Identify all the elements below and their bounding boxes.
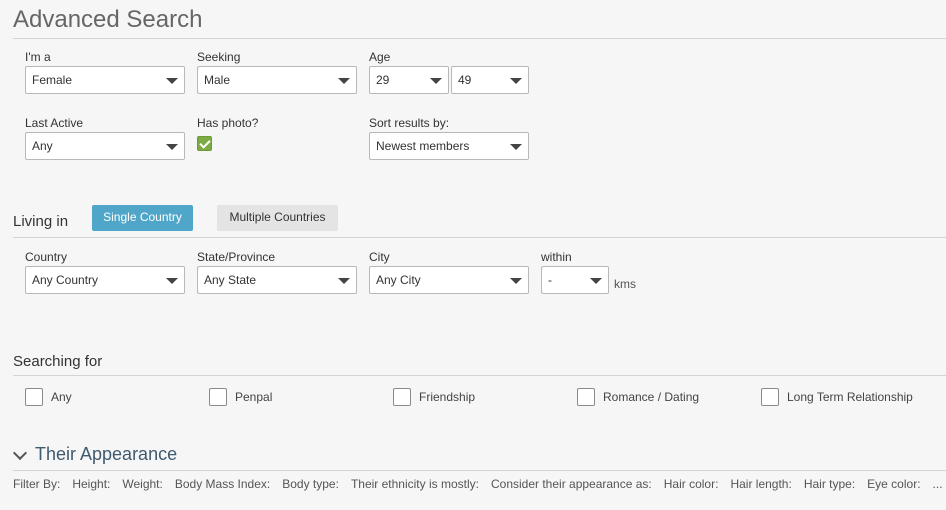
filter-body-type[interactable]: Body type:: [282, 477, 339, 491]
has-photo-checkbox[interactable]: [197, 136, 212, 151]
chevron-down-icon: [166, 78, 178, 84]
chevron-down-icon: [510, 78, 522, 84]
filter-weight[interactable]: Weight:: [122, 477, 162, 491]
chevron-down-icon: [166, 278, 178, 284]
chevron-down-icon: [12, 445, 28, 460]
filter-more[interactable]: ...: [933, 477, 943, 491]
state-field: State/Province Any State: [197, 250, 357, 294]
sort-label: Sort results by:: [369, 116, 450, 130]
im-a-field: I'm a Female: [25, 50, 185, 94]
living-in-title: Living in: [13, 213, 69, 230]
country-label: Country: [25, 250, 68, 264]
chevron-down-icon: [338, 78, 350, 84]
state-select[interactable]: Any State: [197, 266, 357, 294]
city-select[interactable]: Any City: [369, 266, 529, 294]
distance-unit: kms: [614, 277, 636, 291]
country-select[interactable]: Any Country: [25, 266, 185, 294]
age-label: Age: [369, 50, 391, 64]
option-label: Any: [51, 390, 72, 404]
state-label: State/Province: [197, 250, 276, 264]
appearance-toggle[interactable]: Their Appearance: [12, 444, 178, 465]
divider: [13, 38, 946, 39]
checkbox[interactable]: [393, 388, 411, 406]
seeking-label: Seeking: [197, 50, 241, 64]
chevron-down-icon: [590, 278, 602, 284]
option-label: Penpal: [235, 390, 273, 404]
filter-hair-length[interactable]: Hair length:: [730, 477, 791, 491]
within-value: -: [548, 273, 552, 287]
country-value: Any Country: [32, 273, 99, 287]
searching-romance-option[interactable]: Romance / Dating: [577, 388, 699, 406]
last-active-select[interactable]: Any: [25, 132, 185, 160]
chevron-down-icon: [430, 78, 442, 84]
checkbox[interactable]: [761, 388, 779, 406]
page-title: Advanced Search: [13, 6, 203, 33]
searching-any-option[interactable]: Any: [25, 388, 72, 406]
age-field: Age 29 49: [369, 50, 529, 94]
checkbox[interactable]: [25, 388, 43, 406]
checkbox[interactable]: [577, 388, 595, 406]
filter-hair-color[interactable]: Hair color:: [664, 477, 719, 491]
im-a-label: I'm a: [25, 50, 51, 64]
divider: [13, 375, 946, 376]
appearance-title: Their Appearance: [35, 444, 178, 464]
within-select[interactable]: -: [541, 266, 609, 294]
divider: [13, 237, 946, 238]
sort-value: Newest members: [376, 139, 470, 153]
option-label: Romance / Dating: [603, 390, 700, 404]
option-label: Friendship: [419, 390, 476, 404]
age-min-value: 29: [376, 73, 390, 87]
filter-height[interactable]: Height:: [72, 477, 110, 491]
option-label: Long Term Relationship: [787, 390, 913, 404]
im-a-value: Female: [32, 73, 73, 87]
age-max-value: 49: [458, 73, 472, 87]
single-country-button[interactable]: Single Country: [92, 205, 193, 231]
has-photo-field: Has photo?: [197, 116, 357, 151]
last-active-label: Last Active: [25, 116, 84, 130]
divider: [13, 470, 946, 471]
within-field: within -: [541, 250, 609, 294]
chevron-down-icon: [338, 278, 350, 284]
city-value: Any City: [376, 273, 421, 287]
sort-field: Sort results by: Newest members: [369, 116, 529, 160]
searching-friendship-option[interactable]: Friendship: [393, 388, 475, 406]
seeking-value: Male: [204, 73, 231, 87]
filter-hair-type[interactable]: Hair type:: [804, 477, 855, 491]
searching-long-term-option[interactable]: Long Term Relationship: [761, 388, 913, 406]
filter-appearance[interactable]: Consider their appearance as:: [491, 477, 652, 491]
country-field: Country Any Country: [25, 250, 185, 294]
chevron-down-icon: [510, 278, 522, 284]
filter-eye-color[interactable]: Eye color:: [867, 477, 920, 491]
age-max-select[interactable]: 49: [451, 66, 529, 94]
city-field: City Any City: [369, 250, 529, 294]
filter-ethnicity[interactable]: Their ethnicity is mostly:: [351, 477, 479, 491]
appearance-filters: Filter By: Height: Weight: Body Mass Ind…: [13, 477, 946, 491]
last-active-field: Last Active Any: [25, 116, 185, 160]
sort-select[interactable]: Newest members: [369, 132, 529, 160]
searching-penpal-option[interactable]: Penpal: [209, 388, 272, 406]
chevron-down-icon: [166, 144, 178, 150]
has-photo-label: Has photo?: [197, 116, 259, 130]
im-a-select[interactable]: Female: [25, 66, 185, 94]
multiple-countries-button[interactable]: Multiple Countries: [217, 205, 338, 231]
seeking-select[interactable]: Male: [197, 66, 357, 94]
state-value: Any State: [204, 273, 257, 287]
within-label: within: [541, 250, 572, 264]
chevron-down-icon: [510, 144, 522, 150]
searching-for-title: Searching for: [13, 353, 103, 370]
age-min-select[interactable]: 29: [369, 66, 449, 94]
seeking-field: Seeking Male: [197, 50, 357, 94]
filter-label: Filter By:: [13, 477, 61, 491]
city-label: City: [369, 250, 390, 264]
filter-bmi[interactable]: Body Mass Index:: [175, 477, 270, 491]
checkbox[interactable]: [209, 388, 227, 406]
last-active-value: Any: [32, 139, 53, 153]
